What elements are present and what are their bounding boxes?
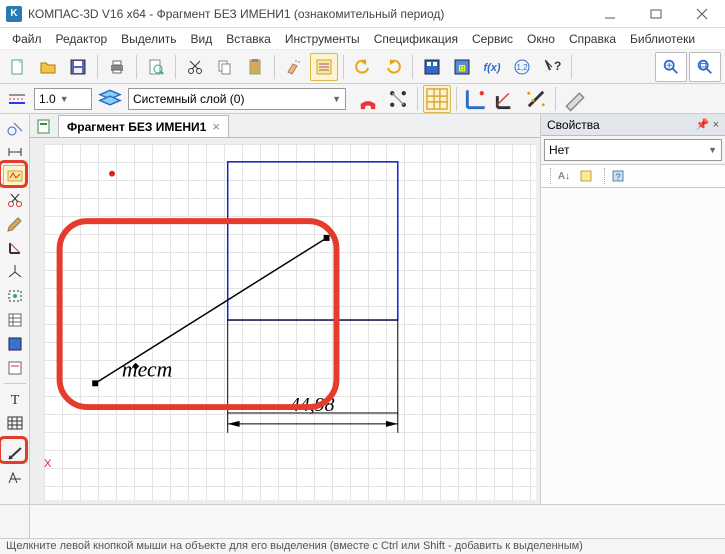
- properties-panel: Свойства 📌 × Нет ▼ A↓ ?: [540, 114, 725, 504]
- select-tool[interactable]: [3, 285, 27, 307]
- preview-button[interactable]: [142, 53, 170, 81]
- dimensions-tool[interactable]: [3, 141, 27, 163]
- new-button[interactable]: [4, 53, 32, 81]
- geometry-tool[interactable]: [3, 117, 27, 139]
- titlebar: K КОМПАС-3D V16 x64 - Фрагмент БЕЗ ИМЕНИ…: [0, 0, 725, 28]
- drawing-viewport[interactable]: тест 44,98 X: [30, 138, 540, 504]
- svg-text:?: ?: [615, 172, 620, 182]
- status-text: Щелкните левой кнопкой мыши на объекте д…: [6, 540, 583, 552]
- grid-toggle[interactable]: [423, 85, 451, 113]
- categorize-icon[interactable]: [577, 167, 595, 185]
- edit-tool[interactable]: [3, 213, 27, 235]
- canvas-area: Фрагмент БЕЗ ИМЕНИ1 ×: [30, 114, 540, 504]
- layer-combo[interactable]: Системный слой (0) ▼: [128, 88, 346, 110]
- svg-text:f(x): f(x): [483, 62, 500, 74]
- undo-button[interactable]: [349, 53, 377, 81]
- statusbar: Щелкните левой кнопкой мыши на объекте д…: [0, 538, 725, 554]
- draft-button[interactable]: [561, 85, 589, 113]
- layer-icon-button[interactable]: [96, 85, 124, 113]
- paste-button[interactable]: [241, 53, 269, 81]
- maximize-button[interactable]: [633, 0, 679, 28]
- fx-button[interactable]: f(x): [478, 53, 506, 81]
- help-button[interactable]: ?: [538, 53, 566, 81]
- zoom-fit-button[interactable]: [689, 52, 721, 82]
- base-tool[interactable]: [3, 443, 27, 465]
- text-tool[interactable]: T: [3, 388, 27, 410]
- numbering-button[interactable]: 1,2: [508, 53, 536, 81]
- print-button[interactable]: [103, 53, 131, 81]
- left-toolbar: T: [0, 114, 30, 504]
- window-title: КОМПАС-3D V16 x64 - Фрагмент БЕЗ ИМЕНИ1 …: [28, 7, 587, 21]
- properties-filter-combo[interactable]: Нет ▼: [544, 139, 722, 161]
- menu-select[interactable]: Выделить: [115, 30, 182, 48]
- menu-editor[interactable]: Редактор: [50, 30, 114, 48]
- magic-button[interactable]: [522, 85, 550, 113]
- x-axis-marker: X: [44, 458, 51, 470]
- layer-value: Системный слой (0): [133, 92, 244, 106]
- menu-file[interactable]: Файл: [6, 30, 48, 48]
- properties-button[interactable]: [310, 53, 338, 81]
- main-toolbar: ⊞ f(x) 1,2 ?: [0, 50, 725, 84]
- properties-title: Свойства: [547, 118, 600, 132]
- menu-spec[interactable]: Спецификация: [368, 30, 464, 48]
- open-button[interactable]: [34, 53, 62, 81]
- svg-text:1,2: 1,2: [516, 63, 528, 72]
- variables-button[interactable]: ⊞: [448, 53, 476, 81]
- menu-view[interactable]: Вид: [185, 30, 219, 48]
- param-tool[interactable]: [3, 237, 27, 259]
- table-tool[interactable]: [3, 412, 27, 434]
- reports-tool[interactable]: [3, 333, 27, 355]
- info-icon[interactable]: ?: [609, 167, 627, 185]
- snap-toggle[interactable]: [354, 85, 382, 113]
- measure-tool[interactable]: [3, 261, 27, 283]
- properties-filter-value: Нет: [549, 143, 569, 157]
- menu-tools[interactable]: Инструменты: [279, 30, 366, 48]
- menu-service[interactable]: Сервис: [466, 30, 519, 48]
- linewidth-combo[interactable]: 1.0 ▼: [34, 88, 92, 110]
- snap-options[interactable]: [384, 85, 412, 113]
- ortho-button[interactable]: [462, 85, 490, 113]
- designations-tool[interactable]: [3, 165, 27, 187]
- linewidth-value: 1.0: [39, 92, 56, 106]
- zoom-in-button[interactable]: [655, 52, 687, 82]
- minimize-button[interactable]: [587, 0, 633, 28]
- tab-doc-icon: [36, 118, 52, 134]
- menu-libs[interactable]: Библиотеки: [624, 30, 701, 48]
- format-painter-button[interactable]: [280, 53, 308, 81]
- tab-label: Фрагмент БЕЗ ИМЕНИ1: [67, 120, 206, 134]
- sort-az-icon[interactable]: A↓: [555, 167, 573, 185]
- spec-tool[interactable]: [3, 309, 27, 331]
- cut-tool[interactable]: [3, 189, 27, 211]
- app-icon: K: [6, 6, 22, 22]
- roughness-tool[interactable]: [3, 467, 27, 489]
- save-button[interactable]: [64, 53, 92, 81]
- cut-button[interactable]: [181, 53, 209, 81]
- menubar: Файл Редактор Выделить Вид Вставка Инстр…: [0, 28, 725, 50]
- close-button[interactable]: [679, 0, 725, 28]
- manager-button[interactable]: [418, 53, 446, 81]
- canvas-text: тест: [122, 357, 172, 381]
- svg-text:T: T: [10, 393, 19, 408]
- properties-toolbar: A↓ ?: [541, 164, 725, 188]
- insert-tool[interactable]: [3, 357, 27, 379]
- copy-button[interactable]: [211, 53, 239, 81]
- pin-icon[interactable]: 📌 ×: [696, 118, 719, 131]
- menu-insert[interactable]: Вставка: [220, 30, 277, 48]
- tab-fragment[interactable]: Фрагмент БЕЗ ИМЕНИ1 ×: [58, 115, 229, 137]
- linestyle-button[interactable]: [4, 85, 30, 113]
- svg-text:⊞: ⊞: [458, 63, 466, 73]
- document-tabs: Фрагмент БЕЗ ИМЕНИ1 ×: [30, 114, 540, 138]
- tab-close-icon[interactable]: ×: [212, 119, 220, 134]
- bottom-toolbar: [0, 504, 725, 538]
- round-button[interactable]: [492, 85, 520, 113]
- style-toolbar: 1.0 ▼ Системный слой (0) ▼: [0, 84, 725, 114]
- menu-help[interactable]: Справка: [563, 30, 622, 48]
- svg-text:?: ?: [554, 59, 561, 73]
- menu-window[interactable]: Окно: [521, 30, 561, 48]
- redo-button[interactable]: [379, 53, 407, 81]
